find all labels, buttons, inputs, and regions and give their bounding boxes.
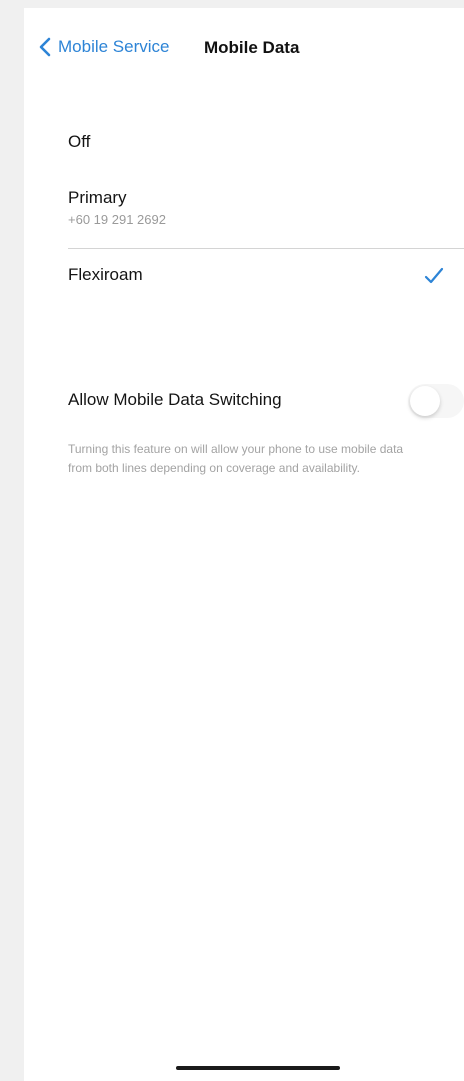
option-primary-label: Primary — [68, 188, 127, 207]
mobile-data-switching-label: Allow Mobile Data Switching — [68, 390, 282, 409]
option-off-label: Off — [68, 132, 91, 151]
mobile-data-screen: Mobile Service Mobile Data Off Primary +… — [24, 8, 464, 1081]
option-flexiroam-label: Flexiroam — [68, 265, 143, 284]
navigation-bar: Mobile Service Mobile Data — [24, 8, 464, 88]
chevron-left-icon — [39, 37, 51, 57]
home-indicator[interactable] — [176, 1066, 340, 1070]
mobile-data-switching-toggle[interactable] — [408, 384, 464, 418]
option-primary[interactable]: Primary +60 19 291 2692 — [68, 168, 464, 248]
back-button[interactable]: Mobile Service — [36, 36, 170, 58]
toggle-knob — [410, 386, 440, 416]
mobile-data-switching-row: Allow Mobile Data Switching — [68, 376, 464, 418]
page-title: Mobile Data — [204, 38, 300, 57]
checkmark-icon — [424, 267, 444, 284]
back-button-label: Mobile Service — [58, 37, 170, 56]
option-off[interactable]: Off — [68, 108, 464, 168]
mobile-data-options: Off Primary +60 19 291 2692 Flexiroam — [68, 108, 464, 309]
mobile-data-switching-description: Turning this feature on will allow your … — [68, 442, 404, 475]
option-flexiroam[interactable]: Flexiroam — [68, 248, 464, 309]
option-primary-number: +60 19 291 2692 — [68, 212, 166, 227]
